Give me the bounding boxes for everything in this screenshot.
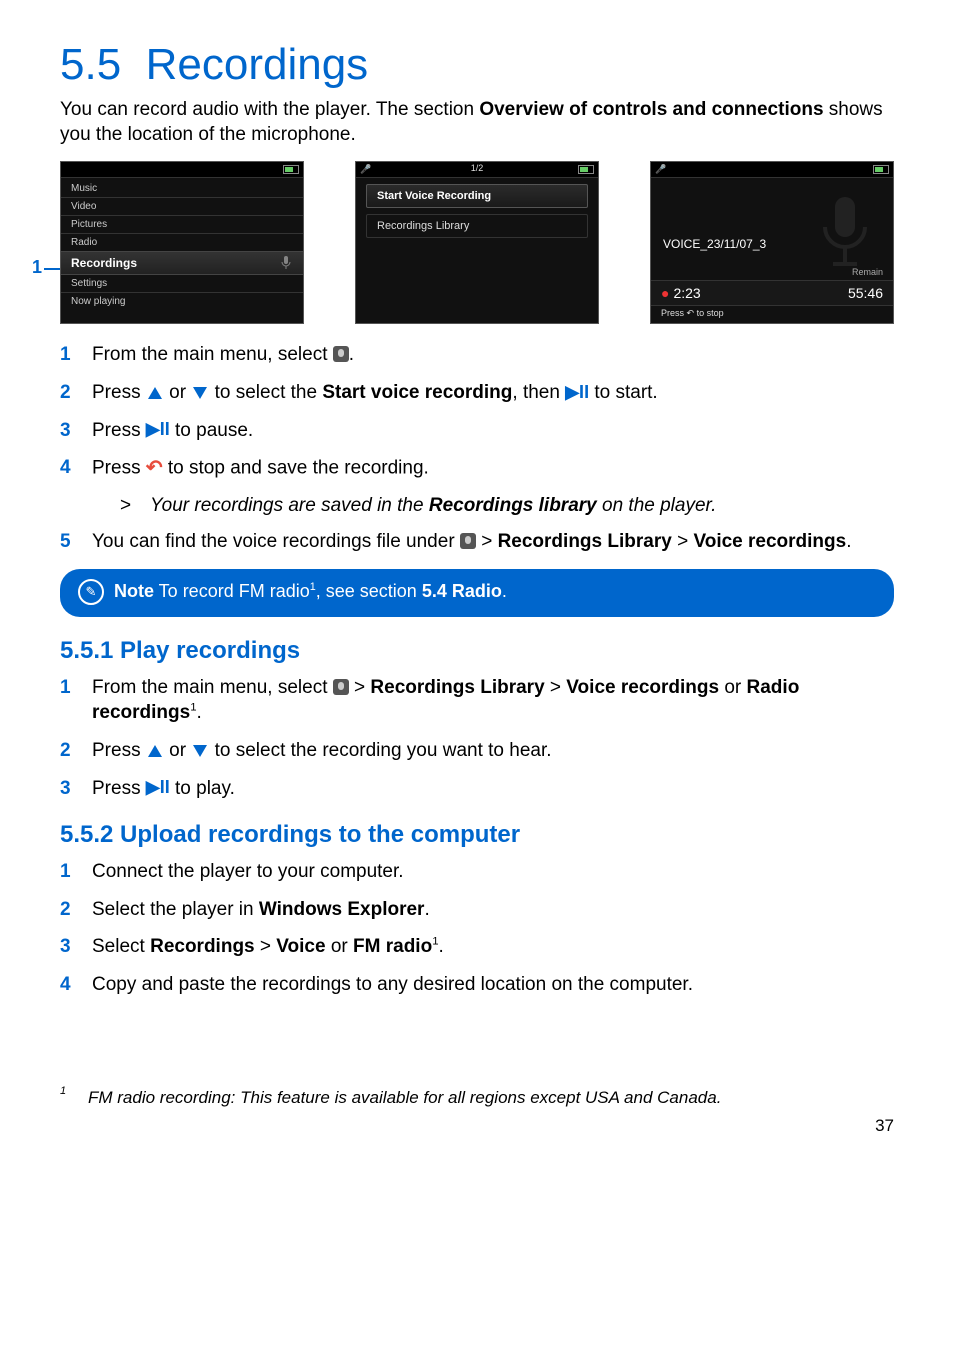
- up-arrow-icon: [148, 387, 162, 399]
- callout-1: 1: [32, 257, 60, 278]
- menu-item: Now playing: [61, 293, 303, 310]
- page-number: 37: [60, 1116, 894, 1136]
- battery-icon: [578, 165, 594, 174]
- remain-label: Remain: [852, 267, 883, 277]
- down-arrow-icon: [193, 387, 207, 399]
- menu-item: Music: [61, 180, 303, 197]
- steps-play: 1From the main menu, select > Recordings…: [60, 675, 894, 802]
- option-start-voice-recording: Start Voice Recording: [366, 184, 588, 208]
- menu-item-selected: Recordings: [61, 251, 303, 275]
- microphone-icon: [279, 256, 293, 270]
- microphone-graphic: [815, 192, 875, 272]
- menu-item: Video: [61, 198, 303, 215]
- steps-main: 1From the main menu, select . 2Press or …: [60, 342, 894, 482]
- device-screen-recording-in-progress: 🎤 VOICE_23/11/07_3 ●2:23 Remain 55:46 Pr…: [650, 161, 894, 324]
- step-text: Connect the player to your computer.: [92, 859, 894, 885]
- microphone-icon: [460, 533, 476, 549]
- subsection-title: 5.5.2 Upload recordings to the computer: [60, 821, 894, 849]
- intro-text: You can record audio with the player. Th…: [60, 98, 894, 147]
- microphone-icon: 🎤: [360, 164, 371, 175]
- step-text: Press ▶II to play.: [92, 776, 894, 802]
- note-icon: ✎: [78, 579, 104, 605]
- battery-icon: [873, 165, 889, 174]
- back-icon: ↶: [146, 455, 163, 482]
- recording-filename: VOICE_23/11/07_3: [663, 237, 766, 251]
- device-screenshots: 1 Music Video Pictures Radio Recordings …: [60, 161, 894, 324]
- menu-item: Radio: [61, 234, 303, 251]
- play-pause-icon: ▶II: [146, 417, 170, 441]
- page-counter: 1/2: [471, 163, 484, 173]
- microphone-icon: 🎤: [655, 164, 666, 175]
- back-icon: ↶: [687, 308, 695, 318]
- microphone-icon: [333, 679, 349, 695]
- note-callout: ✎ Note To record FM radio1, see section …: [60, 569, 894, 617]
- footnote: 1 FM radio recording: This feature is av…: [60, 1088, 894, 1108]
- step-text: From the main menu, select .: [92, 342, 894, 368]
- device-screen-main-menu: Music Video Pictures Radio Recordings Se…: [60, 161, 304, 324]
- play-pause-icon: ▶II: [146, 775, 170, 799]
- press-hint: Press ↶ to stop: [661, 308, 724, 319]
- device-screen-recordings-menu: 🎤 1/2 Start Voice Recording Recordings L…: [355, 161, 599, 324]
- step-text: Press or to select the Start voice recor…: [92, 380, 894, 406]
- play-pause-icon: ▶II: [565, 380, 589, 404]
- step-text: Select Recordings > Voice or FM radio1.: [92, 934, 894, 960]
- remain-time: 55:46: [848, 285, 883, 301]
- menu-item: Pictures: [61, 216, 303, 233]
- step-text: Copy and paste the recordings to any des…: [92, 972, 894, 998]
- microphone-icon: [333, 346, 349, 362]
- elapsed-time: 2:23: [673, 285, 700, 301]
- record-indicator-icon: ●: [661, 285, 669, 301]
- steps-main-continued: 5You can find the voice recordings file …: [60, 529, 894, 555]
- down-arrow-icon: [193, 745, 207, 757]
- menu-item: Settings: [61, 275, 303, 292]
- section-title: 5.5 Recordings: [60, 40, 894, 90]
- subsection-title: 5.5.1 Play recordings: [60, 637, 894, 665]
- step-text: From the main menu, select > Recordings …: [92, 675, 894, 726]
- step-text: Press ▶II to pause.: [92, 418, 894, 444]
- option-recordings-library: Recordings Library: [366, 214, 588, 238]
- up-arrow-icon: [148, 745, 162, 757]
- step-text: Press ↶ to stop and save the recording.: [92, 455, 894, 482]
- step-text: You can find the voice recordings file u…: [92, 529, 894, 555]
- step-text: Select the player in Windows Explorer.: [92, 897, 894, 923]
- steps-upload: 1Connect the player to your computer. 2S…: [60, 859, 894, 998]
- result-note: > Your recordings are saved in the Recor…: [120, 494, 894, 519]
- battery-icon: [283, 165, 299, 174]
- step-text: Press or to select the recording you wan…: [92, 738, 894, 764]
